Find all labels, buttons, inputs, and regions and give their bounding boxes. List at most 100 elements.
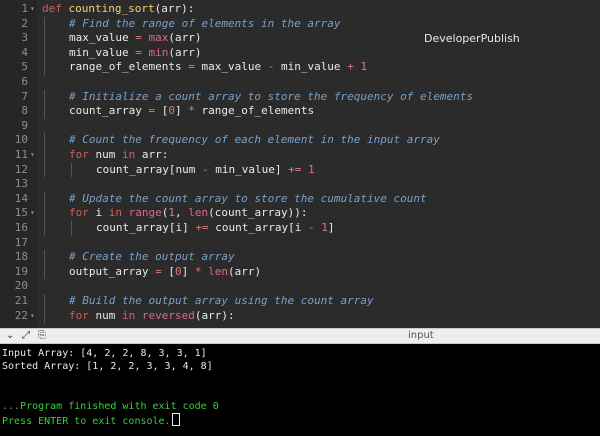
code-line: 20 <box>0 279 600 294</box>
code-token: 0 <box>174 264 182 278</box>
code-token: # Update the count array to store the cu… <box>69 191 427 205</box>
code-token: (arr) <box>168 45 202 59</box>
line-number: 9 <box>21 118 28 132</box>
code-token: in <box>122 308 142 322</box>
code-token: = <box>155 264 169 278</box>
indent-guide <box>44 294 45 309</box>
indent-guide <box>71 221 72 236</box>
code-token: count_array[num <box>96 162 202 176</box>
fold-arrow-icon[interactable]: ▾ <box>30 206 35 221</box>
indent-guide <box>44 308 45 324</box>
indent-guide <box>44 133 45 148</box>
line-number: 21 <box>14 294 28 307</box>
code-line: 9 <box>0 119 600 134</box>
code-text: # Initialize a count array to store the … <box>69 90 473 105</box>
line-number: 14 <box>14 191 28 205</box>
line-number: 2 <box>21 16 28 30</box>
indent-guide <box>44 264 45 280</box>
code-text: for i in range(1, len(count_array)): <box>69 206 307 221</box>
code-text: max_value = max(arr) <box>69 31 201 46</box>
code-text: output_array = [0] * len(arr) <box>69 265 261 280</box>
indent-guide <box>44 31 45 46</box>
code-token: += <box>195 221 216 234</box>
code-token: min_value] <box>215 162 289 176</box>
code-token: max_value <box>69 31 136 45</box>
code-text: min_value = min(arr) <box>69 46 201 61</box>
console-line: Press ENTER to exit console. <box>2 413 180 428</box>
code-token: min_value <box>69 45 136 59</box>
code-token: 0 <box>168 104 175 118</box>
code-token: # Create the output array <box>69 250 235 264</box>
code-token: ] <box>181 264 195 278</box>
copy-icon[interactable]: ⎘ <box>38 330 46 341</box>
line-number: 22 <box>14 308 28 322</box>
console-cursor[interactable] <box>171 413 180 426</box>
code-token: min_value <box>280 60 348 74</box>
code-line: 12 count_array[num - min_value] += 1 <box>0 162 600 178</box>
code-token: , <box>175 206 189 220</box>
code-line: 17 <box>0 236 600 251</box>
online-ide-window: 1 ▾ def counting_sort(arr): 2 # Find the ran… <box>0 0 600 436</box>
code-token: max_value <box>201 60 268 74</box>
code-token: 1 <box>307 162 315 176</box>
indent-guide <box>71 162 72 178</box>
indent-guide <box>44 104 45 119</box>
code-text: range_of_elements = max_value - min_valu… <box>69 60 367 75</box>
code-token: # Initialize a count array to store the … <box>69 89 473 103</box>
collapse-chevron-icon[interactable]: ⌄ <box>6 330 14 341</box>
code-line: 5 range_of_elements = max_value - min_val… <box>0 60 600 75</box>
code-token: # Build the output array using the count… <box>69 294 374 307</box>
code-token: # Count the frequency of each element in… <box>69 133 440 147</box>
indent-guide <box>44 89 45 105</box>
code-line: 8 count_array = [0] * range_of_elements <box>0 104 600 119</box>
code-line: 14 # Update the count array to store the … <box>0 191 600 207</box>
code-token: = <box>135 31 149 45</box>
indent-guide <box>44 148 45 163</box>
code-token: (arr) <box>227 264 262 278</box>
fold-arrow-icon[interactable]: ▾ <box>30 309 35 324</box>
code-token: [ <box>168 264 175 278</box>
code-line: 15 ▾ for i in range(1, len(count_array)): <box>0 206 600 221</box>
code-editor[interactable]: 1 ▾ def counting_sort(arr): 2 # Find the ran… <box>0 0 600 328</box>
line-number: 19 <box>14 264 28 278</box>
fold-arrow-icon[interactable]: ▾ <box>30 2 35 17</box>
code-token: = <box>188 60 202 74</box>
line-number: 7 <box>21 89 28 103</box>
indent-guide <box>44 16 45 32</box>
code-token: def <box>42 2 69 15</box>
code-line: 22 ▾ for num in reversed(arr): <box>0 308 600 324</box>
indent-guide <box>44 60 45 75</box>
code-token: * <box>194 264 209 278</box>
line-number: 10 <box>14 133 28 147</box>
output-console[interactable]: Input Array: [4, 2, 2, 8, 3, 3, 1] Sorted… <box>0 344 600 436</box>
line-number: 20 <box>14 279 28 293</box>
code-token: min <box>148 45 169 59</box>
indent-guide <box>44 191 45 207</box>
code-line: 1 ▾ def counting_sort(arr): <box>0 2 600 17</box>
code-token: += <box>288 162 308 176</box>
code-token: (arr): <box>154 2 195 15</box>
line-number: 13 <box>14 177 28 191</box>
code-text: def counting_sort(arr): <box>42 2 194 17</box>
code-token: in <box>122 148 142 161</box>
code-text: for num in reversed(arr): <box>69 309 235 324</box>
code-token: 1 <box>360 60 368 74</box>
code-text: count_array[i] += count_array[i - 1] <box>96 221 334 236</box>
code-line: 13 <box>0 177 600 192</box>
line-number: 1 <box>21 2 28 15</box>
console-panel-title: input <box>408 330 434 341</box>
expand-arrows-icon[interactable]: ⤢ <box>22 330 30 341</box>
fold-arrow-icon[interactable]: ▾ <box>30 148 35 163</box>
code-text: count_array[num - min_value] += 1 <box>96 163 315 178</box>
code-line: 10 # Count the frequency of each element … <box>0 133 600 148</box>
code-text: # Find the range of elements in the arra… <box>69 17 341 32</box>
watermark-text: DeveloperPublish <box>424 32 520 45</box>
code-text: # Build the output array using the count… <box>69 294 374 309</box>
indent-guide <box>44 45 45 61</box>
code-token: len <box>188 206 209 220</box>
console-text: ...Program finished with exit code 0 <box>2 400 219 412</box>
code-token: 1 <box>168 206 175 220</box>
code-token: i <box>95 206 109 220</box>
code-token: in <box>108 206 129 220</box>
code-token: range_of_elements <box>69 60 189 74</box>
